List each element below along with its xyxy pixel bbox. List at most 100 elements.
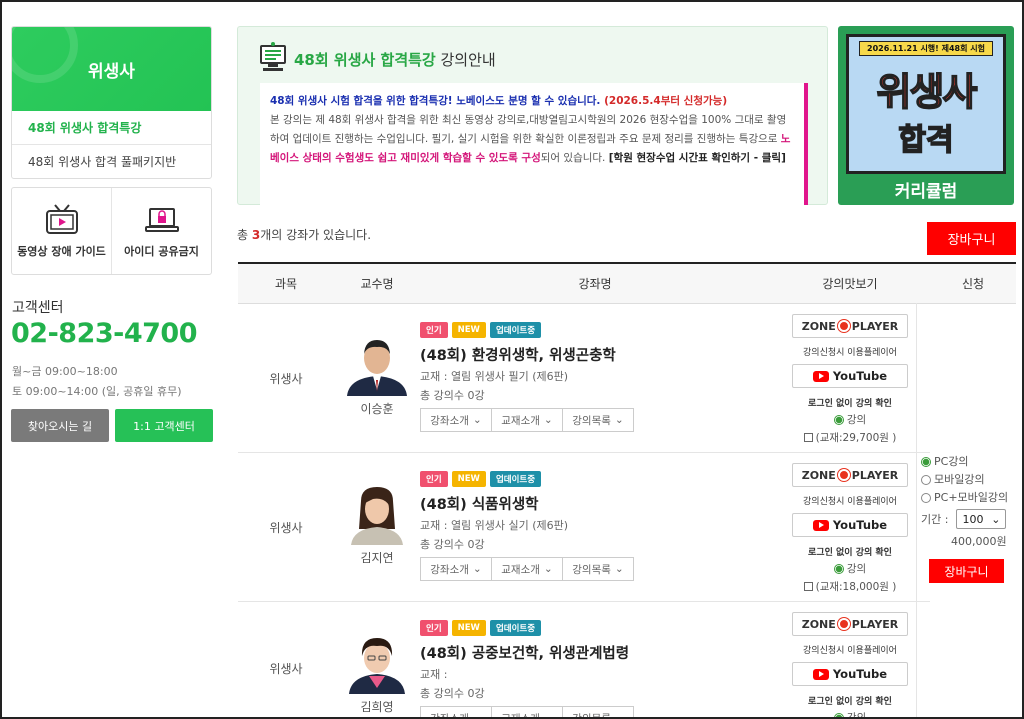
book-check[interactable]: (교재:18,000원 ) (770, 579, 930, 594)
sidebar-item-full-package[interactable]: 48회 위생사 합격 풀패키지반 (12, 145, 211, 178)
guide-box: 동영상 장애 가이드 아이디 공유금지 (11, 187, 212, 275)
schedule-link[interactable]: [학원 현장수업 시간표 확인하기 - 클릭] (609, 152, 786, 164)
lecture-intro-button[interactable]: 강좌소개 ⌄ (421, 558, 491, 580)
option-pc-mobile[interactable]: PC+모바일강의 (921, 489, 1008, 507)
lecture-title[interactable]: (48회) 식품위생학 (420, 493, 770, 514)
player-note: 강의신청시 이용플레이어 (803, 497, 897, 507)
book-intro-label: 교재소개 (501, 563, 540, 576)
zone-player-button[interactable]: ZONE PLAYER (792, 314, 908, 338)
package-price: 400,000원 (951, 535, 1007, 548)
lecture-count: 총 강의수 0강 (420, 389, 485, 402)
lecture-radio[interactable]: 강의 (770, 412, 930, 427)
radio-label: 강의 (846, 712, 867, 719)
chevron-down-icon: ⌄ (614, 712, 624, 719)
book-intro-label: 교재소개 (501, 414, 540, 427)
player-note: 강의신청시 이용플레이어 (803, 348, 897, 358)
radio-selected-icon (921, 457, 931, 467)
badge-updating: 업데이트중 (489, 471, 542, 487)
row-subject: 위생사 (269, 661, 303, 676)
sidebar-item-special-lecture[interactable]: 48회 위생사 합격특강 (12, 111, 211, 145)
book-intro-button[interactable]: 교재소개 ⌄ (491, 707, 562, 719)
row-preview: ZONE PLAYER 강의신청시 이용플레이어 YouTube 로그인 없이 강… (770, 314, 930, 445)
lecture-book: 교재 : 열림 위생사 실기 (제6판) (420, 519, 569, 532)
id-share-ban-button[interactable]: 아이디 공유금지 (111, 188, 211, 274)
notice-body: 48회 위생사 시험 합격을 위한 합격특강! 노베이스도 분명 할 수 있습니… (260, 83, 808, 205)
lecture-intro-button[interactable]: 강좌소개 ⌄ (421, 409, 491, 431)
chevron-down-icon: ⌄ (614, 563, 624, 575)
lecture-list-button[interactable]: 강의목록 ⌄ (562, 558, 633, 580)
header-professor: 교수명 (360, 277, 394, 291)
chevron-down-icon: ⌄ (472, 563, 482, 575)
lecture-list-label: 강의목록 (572, 563, 611, 576)
lecture-title[interactable]: (48회) 환경위생학, 위생곤충학 (420, 344, 770, 365)
lecture-radio[interactable]: 강의 (770, 710, 930, 719)
period-select[interactable]: 100 ⌄ (956, 509, 1007, 529)
lecture-list-label: 강의목록 (572, 712, 611, 719)
lecture-intro-label: 강좌소개 (430, 563, 469, 576)
youtube-button[interactable]: YouTube (792, 662, 908, 686)
option-mobile[interactable]: 모바일강의 (921, 471, 1008, 489)
notice-title: 48회 위생사 합격특강 강의안내 (294, 49, 496, 70)
radio-selected-icon (833, 563, 844, 574)
lecture-count: 총 강의수 0강 (420, 538, 485, 551)
table-row: 위생사 김희영 인기 NEW 업데이트중 (48회) 공중보건학, 위생관계법령… (238, 602, 930, 719)
cart-button[interactable]: 장바구니 (929, 559, 1004, 583)
count-value: 3 (251, 228, 261, 242)
lecture-radio[interactable]: 강의 (770, 561, 930, 576)
chevron-down-icon: ⌄ (543, 563, 553, 575)
login-note: 로그인 없이 강의 확인 (808, 697, 892, 707)
zone-player-button[interactable]: ZONE PLAYER (792, 463, 908, 487)
youtube-button[interactable]: YouTube (792, 364, 908, 388)
notice-text-2: 되어 있습니다. (540, 152, 609, 164)
professor-name: 김지연 (360, 551, 394, 565)
option-mobile-label: 모바일강의 (934, 473, 985, 486)
count-suffix: 개의 강좌가 있습니다. (260, 228, 372, 242)
zone-label: ZONE (801, 468, 836, 482)
option-pc[interactable]: PC강의 (921, 453, 1008, 471)
directions-button[interactable]: 찾아오시는 길 (11, 409, 109, 442)
badges: 인기 NEW 업데이트중 (420, 471, 770, 487)
chevron-down-icon: ⌄ (472, 414, 482, 426)
zone-player-button[interactable]: ZONE PLAYER (792, 612, 908, 636)
lecture-title[interactable]: (48회) 공중보건학, 위생관계법령 (420, 642, 770, 663)
badge-new: NEW (451, 620, 486, 636)
badge-new: NEW (451, 322, 486, 338)
youtube-button[interactable]: YouTube (792, 513, 908, 537)
row-professor: 김지연 (334, 483, 420, 566)
table-row: 위생사 김지연 인기 NEW 업데이트중 (48회) 식품위생학 교재: 열림… (238, 453, 930, 602)
tv-icon (45, 204, 78, 234)
lecture-list-button[interactable]: 강의목록 ⌄ (562, 707, 633, 719)
course-table: 과목 교수명 강좌명 강의맛보기 신청 위생사 이승훈 인기 NEW 업데이트중… (238, 262, 1016, 717)
lecture-intro-button[interactable]: 강좌소개 ⌄ (421, 707, 491, 717)
period-label: 기간 : (921, 513, 949, 526)
youtube-label: YouTube (832, 369, 888, 383)
youtube-label: YouTube (832, 518, 888, 532)
customer-center-phone: 02-823-4700 (11, 318, 198, 349)
book-intro-button[interactable]: 교재소개 ⌄ (491, 558, 562, 580)
cart-button-top[interactable]: 장바구니 (927, 222, 1016, 255)
curriculum-banner[interactable]: 2026.11.21 시행! 제48회 시험 위생사 합격 커리큘럼 (838, 26, 1014, 205)
one-on-one-button[interactable]: 1:1 고객센터 (115, 409, 213, 442)
badges: 인기 NEW 업데이트중 (420, 322, 770, 338)
lecture-list-button[interactable]: 강의목록 ⌄ (562, 409, 633, 431)
radio-empty-icon (921, 493, 931, 503)
count-prefix: 총 (237, 228, 252, 242)
video-guide-button[interactable]: 동영상 장애 가이드 (12, 188, 111, 274)
badge-popular: 인기 (420, 322, 448, 338)
book-intro-button[interactable]: 교재소개 ⌄ (491, 409, 562, 431)
book-intro-label: 교재소개 (501, 712, 540, 719)
hours-saturday: 토 09:00~14:00 (일, 공휴일 휴무) (12, 385, 182, 398)
banner-title: 위생사 (876, 69, 978, 115)
customer-center-buttons: 찾아오시는 길 1:1 고객센터 (11, 409, 213, 442)
chevron-down-icon: ⌄ (543, 712, 553, 719)
option-pc-mobile-label: PC+모바일강의 (934, 491, 1009, 504)
sidebar-menu: 위생사 48회 위생사 합격특강 48회 위생사 합격 풀패키지반 (11, 26, 212, 179)
banner-inner: 2026.11.21 시행! 제48회 시험 위생사 합격 (846, 34, 1006, 174)
id-share-ban-label: 아이디 공유금지 (124, 245, 199, 258)
row-lecture-info: 인기 NEW 업데이트중 (48회) 식품위생학 교재 : 열림 위생사 실기 … (420, 471, 770, 581)
option-pc-label: PC강의 (934, 455, 969, 468)
zone-logo-icon (837, 469, 850, 481)
professor-name: 이승훈 (360, 402, 394, 416)
book-check[interactable]: (교재:29,700원 ) (770, 430, 930, 445)
banner-date: 2026.11.21 시행! 제48회 시험 (859, 41, 993, 56)
